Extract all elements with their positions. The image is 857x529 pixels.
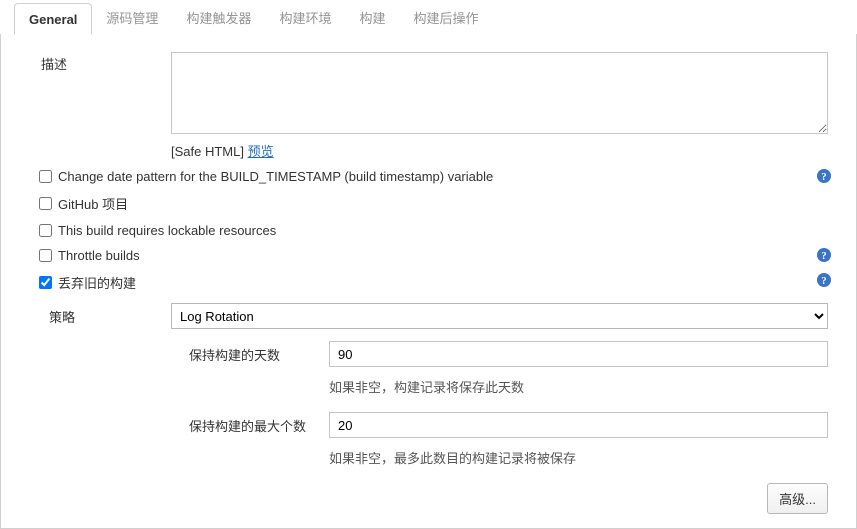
max-to-keep-hint: 如果非空，最多此数目的构建记录将被保存 <box>189 444 828 477</box>
help-icon[interactable]: ? <box>816 168 832 184</box>
tab-scm[interactable]: 源码管理 <box>92 0 172 34</box>
strategy-label: 策略 <box>41 307 171 326</box>
tab-triggers[interactable]: 构建触发器 <box>172 0 265 34</box>
svg-text:?: ? <box>821 275 827 287</box>
max-to-keep-input[interactable] <box>329 412 828 438</box>
discard-old-subform: 策略 Log Rotation 保持构建的天数 如果非空，构建记录将保存此天数 … <box>41 297 828 477</box>
config-tabs: General 源码管理 构建触发器 构建环境 构建 构建后操作 <box>0 0 857 34</box>
option-github-project-row: GitHub 项目 <box>11 189 846 218</box>
description-label: 描述 <box>11 52 171 73</box>
tab-post[interactable]: 构建后操作 <box>399 0 492 34</box>
option-throttle-checkbox[interactable] <box>39 249 52 262</box>
preview-link[interactable]: 预览 <box>248 144 274 159</box>
description-hint: [Safe HTML] 预览 <box>171 141 828 160</box>
tab-env[interactable]: 构建环境 <box>265 0 345 34</box>
max-to-keep-label: 保持构建的最大个数 <box>189 416 329 435</box>
option-discard-old-checkbox[interactable] <box>39 276 52 289</box>
option-throttle-row: Throttle builds ? <box>11 243 846 268</box>
advanced-button[interactable]: 高级... <box>767 483 828 514</box>
days-to-keep-input[interactable] <box>329 341 828 367</box>
svg-text:?: ? <box>821 250 827 262</box>
help-icon[interactable]: ? <box>816 272 832 288</box>
option-change-timestamp-checkbox[interactable] <box>39 170 52 183</box>
tab-panel-general: 描述 [Safe HTML] 预览 Change date pattern fo… <box>0 34 857 529</box>
option-change-timestamp-row: Change date pattern for the BUILD_TIMEST… <box>11 164 846 189</box>
option-lockable-checkbox[interactable] <box>39 224 52 237</box>
strategy-select[interactable]: Log Rotation <box>171 303 828 329</box>
option-github-project-checkbox[interactable] <box>39 197 52 210</box>
option-discard-old-label: 丢弃旧的构建 <box>58 273 136 292</box>
tab-general[interactable]: General <box>14 3 92 35</box>
option-throttle-label: Throttle builds <box>58 248 140 263</box>
help-icon[interactable]: ? <box>816 247 832 263</box>
description-textarea[interactable] <box>171 52 828 134</box>
tab-build[interactable]: 构建 <box>345 0 399 34</box>
days-to-keep-hint: 如果非空，构建记录将保存此天数 <box>189 373 828 406</box>
option-github-project-label: GitHub 项目 <box>58 194 128 213</box>
option-change-timestamp-label: Change date pattern for the BUILD_TIMEST… <box>58 169 493 184</box>
option-lockable-row: This build requires lockable resources <box>11 218 846 243</box>
option-discard-old-row: 丢弃旧的构建 ? <box>11 268 846 297</box>
option-lockable-label: This build requires lockable resources <box>58 223 276 238</box>
svg-text:?: ? <box>821 171 827 183</box>
days-to-keep-label: 保持构建的天数 <box>189 345 329 364</box>
